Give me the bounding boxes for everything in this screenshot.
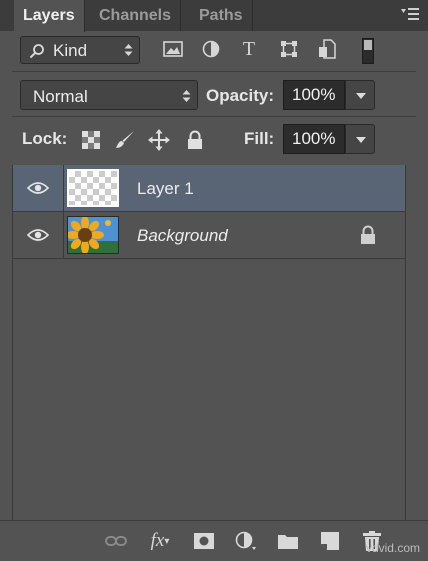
lock-icon[interactable] [359, 225, 377, 245]
layer-row-background[interactable]: Background [13, 212, 405, 259]
opacity-input[interactable]: 100% [283, 80, 345, 110]
divider [12, 116, 416, 117]
updown-arrow-icon [182, 90, 191, 102]
tab-paths[interactable]: Paths [190, 0, 253, 31]
type-layer-filter-icon[interactable]: T [238, 38, 260, 60]
visibility-toggle[interactable] [13, 165, 64, 211]
fill-input[interactable]: 100% [283, 124, 345, 154]
layer-thumbnail-transparent [67, 169, 119, 207]
adjustment-layer-filter-icon[interactable] [200, 38, 222, 60]
adjustment-layer-icon[interactable] [234, 529, 258, 553]
eye-icon [27, 229, 49, 241]
layers-panel: Layers Channels Paths Kind T Normal Opac… [0, 0, 428, 561]
link-layers-icon[interactable] [104, 529, 128, 553]
visibility-toggle[interactable] [13, 212, 64, 258]
lock-row: Lock: Fill: 100% [0, 121, 428, 159]
layers-list: Layer 1 Background [12, 165, 406, 520]
fill-label: Fill: [244, 129, 275, 148]
layer-row-layer-1[interactable]: Layer 1 [13, 165, 405, 212]
lock-transparent-pixels-icon[interactable] [80, 129, 102, 151]
lock-all-icon[interactable] [184, 129, 206, 151]
blend-row: Normal Opacity: 100% [0, 76, 428, 114]
filter-row: Kind T [0, 32, 428, 70]
lock-position-icon[interactable] [148, 129, 170, 151]
updown-arrow-icon [124, 44, 133, 56]
pixel-layer-filter-icon[interactable] [162, 38, 184, 60]
panel-tab-bar: Layers Channels Paths [0, 0, 428, 32]
opacity-label: Opacity: [206, 86, 275, 105]
tab-channels[interactable]: Channels [90, 0, 182, 31]
lock-image-pixels-icon[interactable] [114, 129, 136, 151]
filter-kind-label: Kind [53, 41, 88, 60]
eye-icon [27, 182, 49, 194]
opacity-dropdown-button[interactable] [345, 80, 375, 110]
search-icon [29, 44, 44, 59]
blend-mode-value: Normal [33, 87, 88, 106]
panel-menu-icon[interactable] [400, 7, 420, 21]
watermark: vdvid.com [365, 541, 420, 555]
filter-kind-select[interactable]: Kind [20, 36, 140, 64]
add-mask-icon[interactable] [192, 529, 216, 553]
blend-mode-select[interactable]: Normal [20, 80, 198, 110]
divider [12, 71, 416, 72]
shape-layer-filter-icon[interactable] [278, 38, 300, 60]
tab-layers[interactable]: Layers [14, 0, 85, 32]
fill-dropdown-button[interactable] [345, 124, 375, 154]
layers-bottom-toolbar: fx ▾ vdvid.com [0, 520, 428, 561]
smart-object-filter-icon[interactable] [316, 38, 338, 60]
layer-name[interactable]: Background [137, 226, 228, 246]
filter-toggle-icon[interactable] [362, 38, 374, 64]
new-layer-icon[interactable] [318, 529, 342, 553]
new-group-icon[interactable] [276, 529, 300, 553]
fx-icon[interactable]: fx ▾ [148, 529, 172, 553]
lock-label: Lock: [22, 129, 68, 148]
sunflower-thumbnail [67, 216, 119, 254]
layer-name[interactable]: Layer 1 [137, 179, 194, 199]
